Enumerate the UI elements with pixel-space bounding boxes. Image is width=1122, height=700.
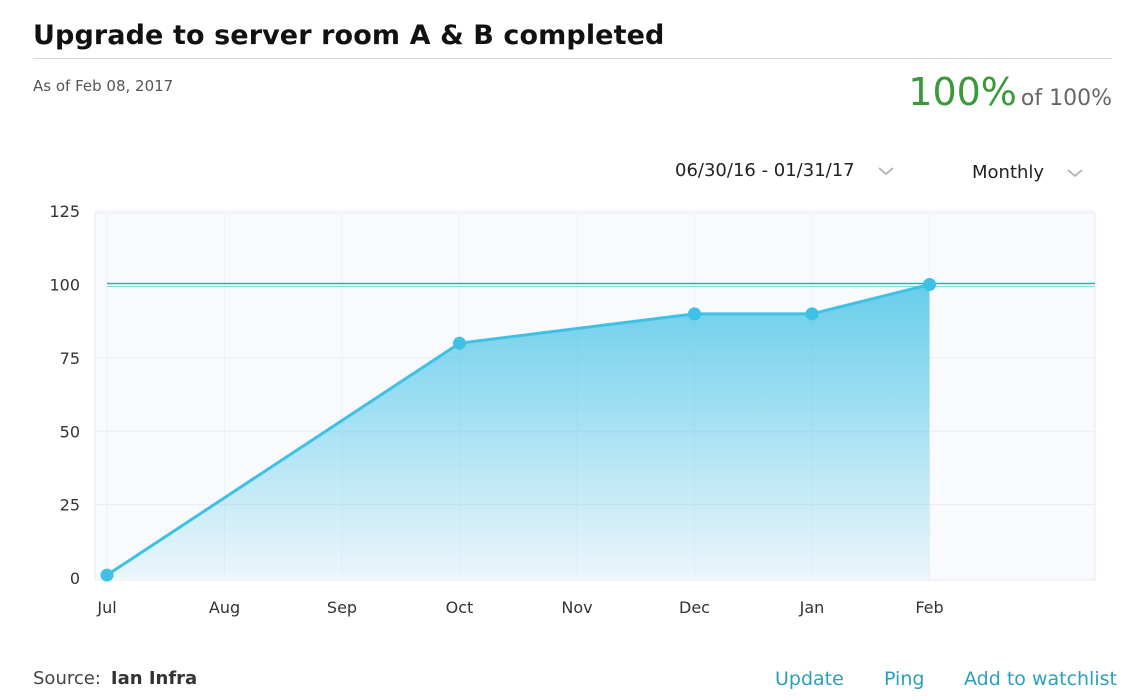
period-dropdown[interactable]: Monthly	[972, 162, 1084, 183]
x-tick-label: Jul	[96, 598, 116, 617]
period-label: Monthly	[972, 162, 1045, 183]
source-label: Source:	[33, 668, 101, 689]
progress-chart: 0 25 50 75 100 125 Jul Aug Sep Oct Nov Dec Jan Feb	[49, 202, 1096, 617]
data-point	[688, 307, 701, 321]
page-title: Upgrade to server room A & B completed	[33, 20, 665, 51]
x-tick-label: Nov	[561, 598, 592, 617]
update-link[interactable]: Update	[775, 668, 844, 690]
y-tick-label: 100	[49, 276, 80, 295]
y-tick-label: 125	[49, 202, 80, 221]
date-range-label: 06/30/16 - 01/31/17	[675, 160, 855, 181]
x-tick-label: Aug	[209, 598, 240, 617]
source-name: Ian Infra	[110, 668, 198, 689]
progress-summary: 100% of 100%	[908, 70, 1112, 114]
chevron-down-icon	[878, 166, 894, 175]
data-point	[805, 307, 819, 321]
source-info: Source: Ian Infra	[33, 668, 197, 689]
x-tick-label: Dec	[679, 598, 710, 617]
y-tick-label: 25	[60, 496, 80, 515]
progress-target: of 100%	[1020, 86, 1112, 111]
data-point	[923, 278, 936, 291]
data-point	[100, 568, 114, 582]
data-point	[453, 336, 466, 350]
y-tick-label: 0	[70, 569, 80, 588]
chevron-down-icon	[1067, 168, 1083, 177]
progress-value: 100%	[908, 70, 1017, 114]
y-tick-label: 75	[60, 349, 80, 368]
ping-link[interactable]: Ping	[884, 668, 924, 690]
x-tick-label: Oct	[446, 598, 474, 617]
x-tick-label: Jan	[799, 598, 825, 617]
x-tick-label: Sep	[327, 598, 357, 617]
x-tick-label: Feb	[915, 598, 943, 617]
date-range-dropdown[interactable]: 06/30/16 - 01/31/17	[675, 160, 895, 181]
title-divider	[33, 58, 1112, 59]
as-of-date: As of Feb 08, 2017	[33, 77, 174, 95]
y-tick-label: 50	[60, 422, 80, 441]
add-to-watchlist-link[interactable]: Add to watchlist	[964, 668, 1117, 690]
